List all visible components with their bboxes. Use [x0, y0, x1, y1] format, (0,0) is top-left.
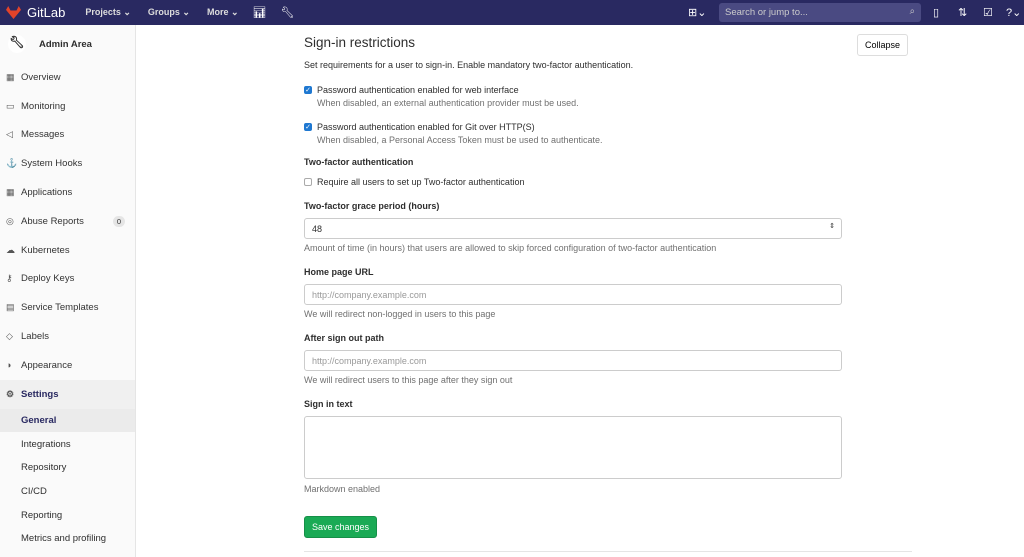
grace-period-input[interactable]: 48 ⇕: [304, 218, 842, 239]
grace-period-label: Two-factor grace period (hours): [304, 201, 440, 211]
sidebar-item-settings[interactable]: ⚙ Settings: [0, 379, 135, 409]
wrench-icon: 🔧︎: [8, 35, 26, 53]
new-dropdown-icon[interactable]: ⊞⌄: [688, 6, 706, 19]
home-url-input[interactable]: http://company.example.com: [304, 284, 842, 305]
help-text: When disabled, an external authenticatio…: [317, 98, 579, 108]
sidebar-item-messages[interactable]: ◁ Messages: [0, 121, 135, 150]
more-menu[interactable]: More ⌄: [207, 7, 239, 18]
merge-requests-icon[interactable]: ⇅: [958, 6, 967, 19]
tfa-heading: Two-factor authentication: [304, 157, 414, 167]
gitlab-logo[interactable]: GitLab: [6, 5, 65, 20]
sidebar-subitem-general[interactable]: General: [0, 408, 135, 433]
applications-icon: ▦: [6, 187, 15, 198]
password-web-checkbox[interactable]: ✓ Password authentication enabled for web…: [304, 85, 912, 95]
sidebar-item-system-hooks[interactable]: ⚓ System Hooks: [0, 149, 135, 178]
help-text: Amount of time (in hours) that users are…: [304, 243, 717, 253]
signin-text-textarea[interactable]: [304, 416, 842, 479]
sidebar-item-appearance[interactable]: ◑ Appearance: [0, 351, 135, 380]
sidebar-subitem-reporting[interactable]: Reporting: [0, 503, 135, 527]
activity-chart-icon[interactable]: 📊︎: [253, 6, 267, 19]
sidebar-subitem-repository[interactable]: Repository: [0, 456, 135, 480]
signout-path-input[interactable]: http://company.example.com: [304, 350, 842, 371]
search-input[interactable]: Search or jump to... ⌕: [719, 3, 921, 22]
issues-icon[interactable]: ▯: [933, 6, 939, 19]
sidebar-item-abuse-reports[interactable]: ◎ Abuse Reports 0: [0, 207, 135, 236]
sidebar-item-labels[interactable]: ◇ Labels: [0, 322, 135, 351]
help-text: We will redirect non-logged in users to …: [304, 309, 496, 319]
monitoring-icon: ▭: [6, 100, 15, 111]
home-url-label: Home page URL: [304, 267, 374, 277]
signin-text-label: Sign in text: [304, 399, 353, 409]
search-icon: ⌕: [909, 6, 915, 17]
kubernetes-icon: ☁: [6, 244, 15, 255]
help-text: When disabled, a Personal Access Token m…: [317, 135, 603, 145]
sidebar-item-monitoring[interactable]: ▭ Monitoring: [0, 92, 135, 121]
count-badge: 0: [112, 215, 125, 227]
admin-sidebar: 🔧︎ Admin Area ▦ Overview ▭ Monitoring ◁ Messag…: [0, 25, 136, 557]
projects-menu[interactable]: Projects ⌄: [85, 7, 131, 18]
deploy-keys-icon: ⚷: [6, 273, 13, 284]
sidebar-subitem-ci-cd[interactable]: CI/CD: [0, 480, 135, 504]
sidebar-item-service-templates[interactable]: ▤ Service Templates: [0, 293, 135, 322]
password-git-checkbox[interactable]: ✓ Password authentication enabled for Git…: [304, 122, 912, 132]
require-tfa-checkbox[interactable]: Require all users to set up Two-factor a…: [304, 177, 912, 187]
sidebar-item-overview[interactable]: ▦ Overview: [0, 63, 135, 92]
stepper-icon: ⇕: [829, 223, 835, 230]
collapse-button[interactable]: Collapse: [857, 34, 908, 56]
sidebar-subitem-metrics-and-profiling[interactable]: Metrics and profiling: [0, 527, 135, 551]
settings-icon: ⚙: [6, 388, 15, 399]
sidebar-subitem-integrations[interactable]: Integrations: [0, 432, 135, 456]
system-hooks-icon: ⚓: [6, 158, 18, 169]
save-changes-button[interactable]: Save changes: [304, 516, 377, 538]
service-templates-icon: ▤: [6, 302, 15, 313]
tanuki-icon: [6, 6, 21, 19]
groups-menu[interactable]: Groups ⌄: [148, 7, 190, 18]
sidebar-item-deploy-keys[interactable]: ⚷ Deploy Keys: [0, 265, 135, 294]
help-icon[interactable]: ?⌄: [1006, 6, 1021, 19]
messages-icon: ◁: [6, 129, 13, 140]
admin-wrench-icon[interactable]: 🔧︎: [280, 6, 294, 19]
labels-icon: ◇: [6, 331, 13, 342]
section-description: Set requirements for a user to sign-in. …: [304, 60, 634, 70]
appearance-icon: ◑: [6, 360, 12, 371]
overview-icon: ▦: [6, 71, 15, 82]
section-title: Sign-in restrictions: [304, 35, 416, 50]
abuse-reports-icon: ◎: [6, 215, 14, 226]
sidebar-item-kubernetes[interactable]: ☁ Kubernetes: [0, 236, 135, 265]
sidebar-item-applications[interactable]: ▦ Applications: [0, 178, 135, 207]
sidebar-header[interactable]: 🔧︎ Admin Area: [0, 25, 135, 63]
divider: [304, 551, 912, 552]
help-text: We will redirect users to this page afte…: [304, 375, 513, 385]
top-navbar: GitLab Projects ⌄ Groups ⌄ More ⌄ 📊︎ 🔧︎ …: [0, 0, 1024, 25]
settings-section: Sign-in restrictions Collapse Set requir…: [304, 25, 912, 552]
help-text: Markdown enabled: [304, 484, 381, 494]
todos-icon[interactable]: ☑: [983, 6, 993, 19]
signout-path-label: After sign out path: [304, 333, 384, 343]
